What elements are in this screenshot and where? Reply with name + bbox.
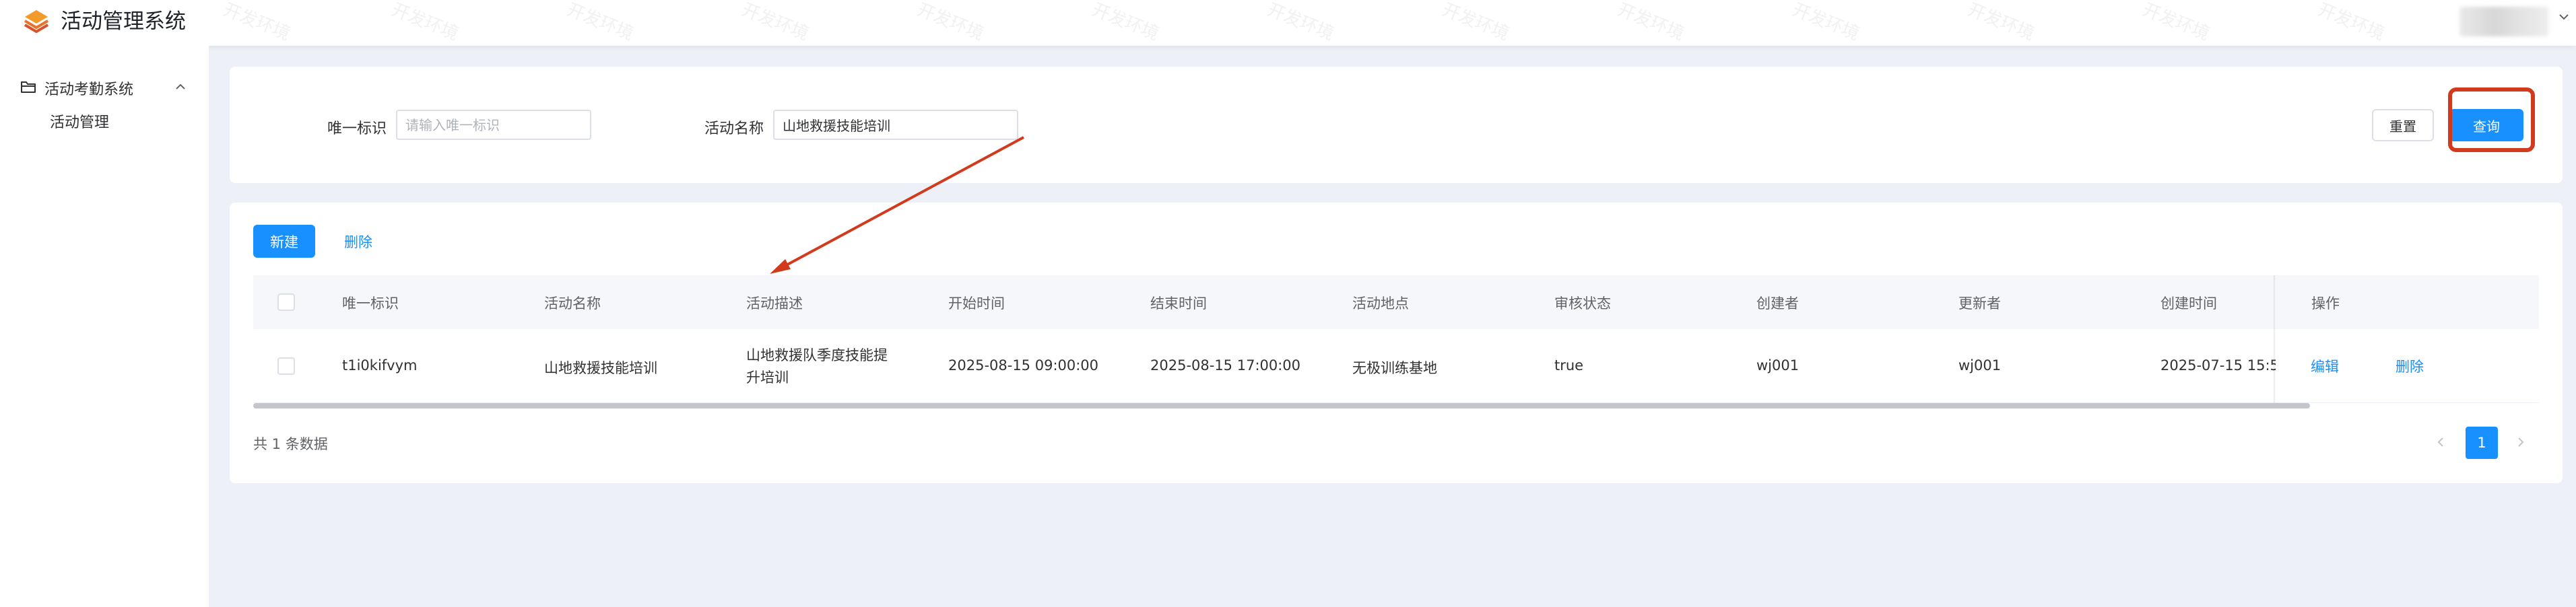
app-header: 活动管理系统 开发环境 开发环境 开发环境 开发环境 开发环境 开发环境 开发环… [0, 0, 2576, 46]
column-header: 更新者 [1958, 295, 2001, 312]
folder-icon [21, 81, 36, 93]
activity-name-input[interactable] [773, 110, 1018, 140]
table-panel: 新建 删除 唯一标识 活动名称 活动描述 开始时间 结束时间 活动地点 审核状态… [230, 203, 2563, 483]
cell-location: 无极训练基地 [1352, 360, 1437, 376]
unique-id-label: 唯一标识 [327, 120, 387, 137]
watermark: 开发环境 [2315, 0, 2387, 45]
user-avatar[interactable] [2459, 7, 2548, 36]
cell-audit-status: true [1554, 357, 1584, 373]
column-header: 操作 [2311, 295, 2340, 312]
cell-description-line2: 升培训 [746, 369, 789, 386]
table-header: 唯一标识 活动名称 活动描述 开始时间 结束时间 活动地点 审核状态 创建者 更… [253, 275, 2539, 329]
fixed-operation-column: 编辑 删除 [2276, 329, 2539, 402]
watermark: 开发环境 [1264, 0, 1337, 45]
sidebar: 活动考勤系统 活动管理 [0, 46, 209, 607]
chevron-down-icon[interactable] [2557, 10, 2571, 24]
table-row: t1i0kifvym 山地救援技能培训 山地救援队季度技能提 升培训 2025-… [253, 329, 2539, 403]
app-title: 活动管理系统 [61, 9, 186, 34]
page-number-current[interactable]: 1 [2466, 427, 2498, 459]
watermark: 开发环境 [914, 0, 987, 45]
edit-link[interactable]: 编辑 [2311, 356, 2339, 376]
watermark: 开发环境 [1789, 0, 1862, 45]
column-header: 唯一标识 [342, 295, 399, 312]
watermark: 开发环境 [1964, 0, 2037, 45]
watermark: 开发环境 [389, 0, 461, 45]
column-header: 活动地点 [1352, 295, 1409, 312]
watermark: 开发环境 [1614, 0, 1687, 45]
select-all-checkbox[interactable] [277, 293, 295, 311]
activity-name-label: 活动名称 [704, 120, 764, 137]
chevron-up-icon[interactable] [174, 80, 187, 94]
layers-logo-icon [24, 10, 49, 33]
sidebar-group-label: 活动考勤系统 [44, 81, 134, 98]
column-header: 开始时间 [948, 295, 1005, 312]
watermark: 开发环境 [739, 0, 812, 45]
row-delete-link[interactable]: 删除 [2396, 356, 2424, 376]
sidebar-item-activity-management[interactable]: 活动管理 [50, 110, 109, 132]
column-header: 活动名称 [544, 295, 601, 312]
column-header: 创建时间 [2160, 295, 2217, 312]
fixed-column-shadow [2274, 275, 2276, 403]
watermark: 开发环境 [1439, 0, 1512, 45]
chevron-right-icon[interactable] [2514, 435, 2528, 449]
reset-button[interactable]: 重置 [2372, 109, 2434, 141]
sidebar-group-attendance[interactable]: 活动考勤系统 [18, 71, 193, 102]
watermark: 开发环境 [1089, 0, 1162, 45]
watermark: 开发环境 [564, 0, 636, 45]
cell-description-line1: 山地救援队季度技能提 [746, 347, 888, 363]
chevron-left-icon[interactable] [2434, 435, 2447, 449]
cell-unique-id: t1i0kifvym [342, 357, 418, 373]
row-checkbox[interactable] [277, 357, 295, 375]
cell-end-time: 2025-08-15 17:00:00 [1150, 357, 1301, 373]
cell-creator: wj001 [1756, 357, 1799, 373]
search-panel: 唯一标识 活动名称 重置 查询 [230, 67, 2563, 183]
cell-activity-name: 山地救援技能培训 [544, 360, 657, 376]
cell-updater: wj001 [1958, 357, 2002, 373]
watermark: 开发环境 [2140, 0, 2212, 45]
column-header: 创建者 [1756, 295, 1799, 312]
horizontal-scrollbar[interactable] [253, 403, 2310, 408]
column-header: 活动描述 [746, 295, 803, 312]
column-header: 审核状态 [1554, 295, 1611, 312]
column-header: 结束时间 [1150, 295, 1207, 312]
batch-delete-button[interactable]: 删除 [344, 231, 372, 252]
watermark: 开发环境 [220, 0, 293, 45]
total-count: 共 1 条数据 [253, 436, 328, 452]
cell-start-time: 2025-08-15 09:00:00 [948, 357, 1099, 373]
new-button[interactable]: 新建 [253, 225, 315, 258]
annotation-highlight-box [2448, 87, 2535, 152]
unique-id-input[interactable] [396, 110, 591, 140]
